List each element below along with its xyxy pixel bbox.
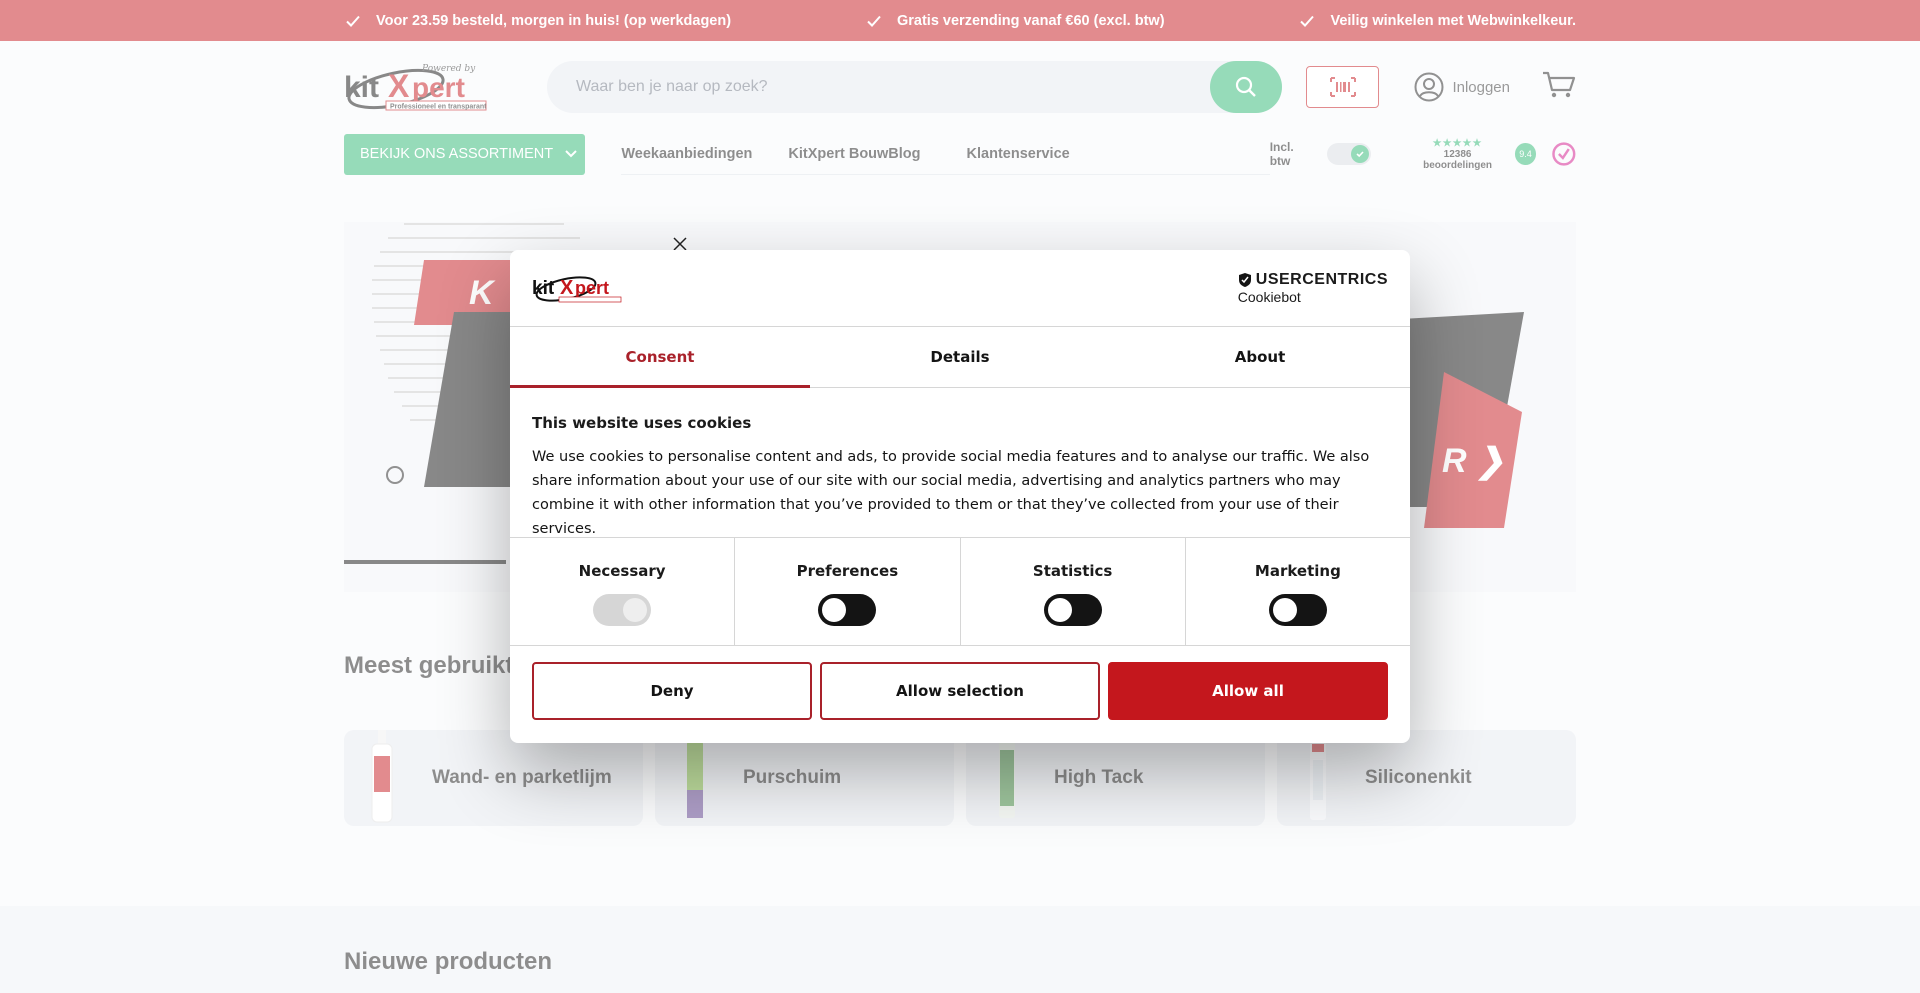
cookiebot-label: Cookiebot [1237,289,1301,305]
allow-all-button[interactable]: Allow all [1108,662,1388,720]
usercentrics-label: USERCENTRICS [1255,271,1388,288]
dialog-description: We use cookies to personalise content an… [532,449,1370,537]
consent-statistics: Statistics [961,538,1186,645]
consent-marketing: Marketing [1186,538,1410,645]
svg-text:pert: pert [575,278,609,298]
svg-text:kit: kit [532,278,555,299]
consent-preferences: Preferences [735,538,961,645]
svg-text:X: X [560,277,574,299]
toggle-label: Preferences [796,562,899,580]
preferences-toggle[interactable] [818,594,877,626]
tab-details[interactable]: Details [810,327,1110,387]
dialog-body: This website uses cookies We use cookies… [510,388,1410,538]
shield-icon [1238,273,1251,287]
dialog-header: kit X pert USERCENTRICS Cookiebot [510,250,1410,327]
tab-consent[interactable]: Consent [510,327,810,388]
necessary-toggle [593,594,652,626]
toggle-label: Marketing [1254,562,1341,580]
dialog-tabs: Consent Details About [510,327,1410,388]
dialog-title: This website uses cookies [532,414,752,432]
kitxpert-logo: kit X pert [532,276,622,303]
marketing-toggle[interactable] [1268,594,1327,626]
dialog-actions: Deny Allow selection Allow all [510,646,1410,736]
tab-about[interactable]: About [1110,327,1410,387]
cookiebot-brand[interactable]: USERCENTRICS Cookiebot [1238,271,1388,305]
cookie-consent-dialog: kit X pert USERCENTRICS Cookiebot Consen… [510,250,1410,743]
deny-button[interactable]: Deny [532,662,812,720]
toggle-label: Statistics [1032,562,1113,580]
toggle-label: Necessary [578,562,666,580]
statistics-toggle[interactable] [1043,594,1102,626]
allow-selection-button[interactable]: Allow selection [820,662,1100,720]
consent-categories: Necessary Preferences Statistics Marketi… [510,538,1410,646]
consent-necessary: Necessary [510,538,736,645]
